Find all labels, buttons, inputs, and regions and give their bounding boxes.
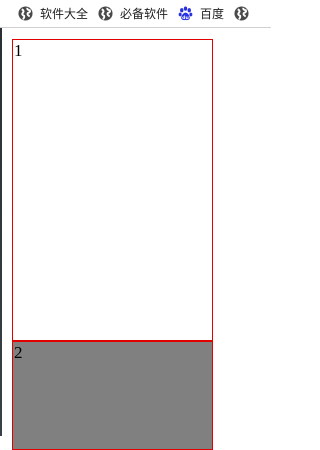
- box-two-label: 2: [14, 343, 23, 362]
- svg-text:du: du: [182, 15, 189, 21]
- bookmark-software-collection[interactable]: 软件大全: [0, 0, 94, 27]
- bookmark-label: 百度: [200, 6, 225, 21]
- bookmarks-bar: 软件大全 必备软件 du 百度: [0, 0, 271, 28]
- box-one-label: 1: [14, 41, 23, 60]
- globe-icon: [18, 6, 33, 21]
- globe-icon: [234, 6, 249, 21]
- bookmark-essential-software[interactable]: 必备软件: [94, 0, 174, 27]
- bookmark-label: 必备软件: [120, 6, 169, 21]
- box-one: 1: [12, 39, 213, 341]
- bookmark-overflow[interactable]: [230, 0, 262, 27]
- baidu-paw-icon: du: [178, 6, 193, 21]
- bookmark-label: 软件大全: [40, 6, 89, 21]
- bookmark-baidu[interactable]: du 百度: [174, 0, 230, 27]
- box-two: 2: [12, 340, 213, 450]
- window-edge-strip: [0, 28, 2, 436]
- globe-icon: [98, 6, 113, 21]
